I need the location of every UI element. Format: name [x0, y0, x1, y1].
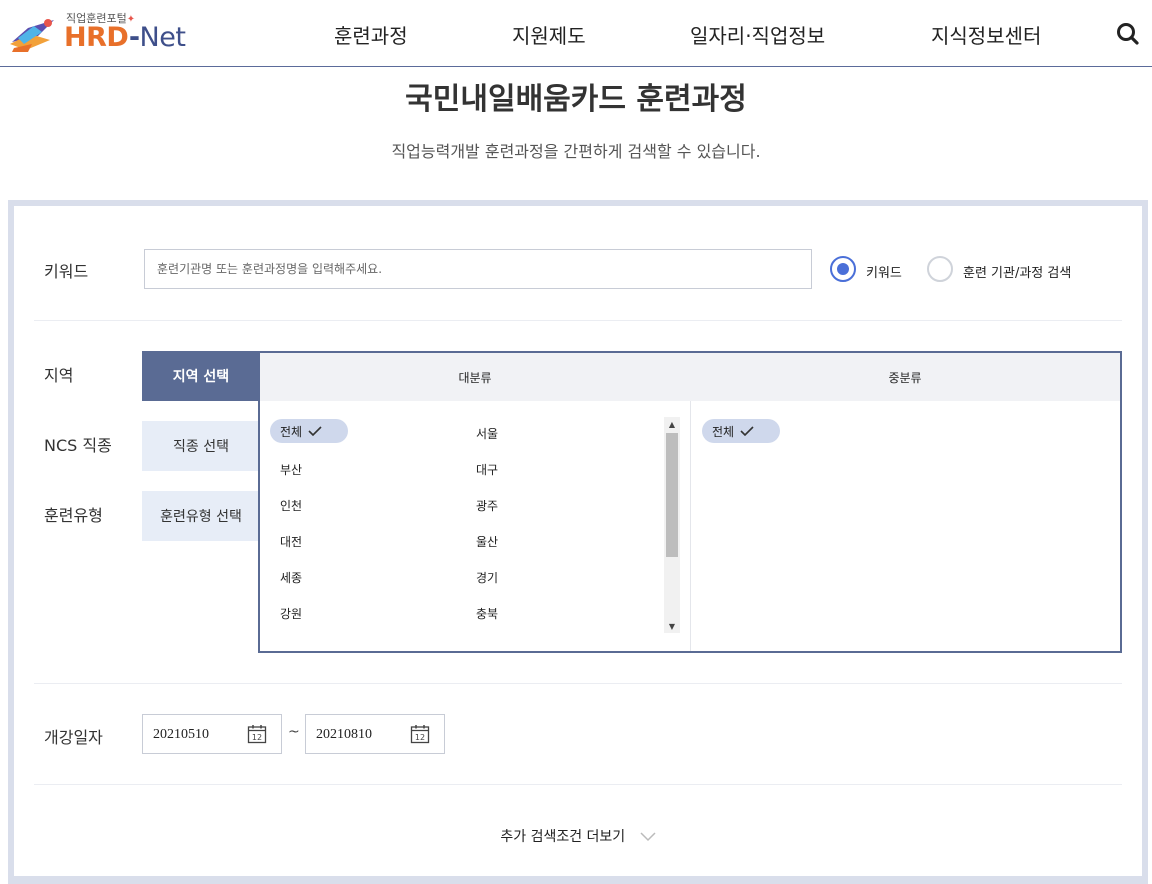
- major-chip-selected[interactable]: 전체: [270, 419, 348, 443]
- calendar-icon[interactable]: 12: [247, 724, 267, 744]
- scrollbar-thumb[interactable]: [666, 433, 678, 557]
- training-type-label: 훈련유형: [44, 506, 103, 525]
- calendar-icon[interactable]: 12: [410, 724, 430, 744]
- major-category-header: 대분류: [260, 353, 690, 401]
- divider: [34, 683, 1122, 684]
- region-item-seoul[interactable]: 서울: [476, 425, 498, 442]
- radio-institution-label[interactable]: 훈련 기관/과정 검색: [963, 262, 1071, 281]
- nav-support-system[interactable]: 지원제도: [512, 20, 586, 49]
- region-item-busan[interactable]: 부산: [280, 461, 302, 478]
- major-chip-label: 전체: [280, 424, 303, 439]
- region-item-ulsan[interactable]: 울산: [476, 533, 498, 550]
- date-range-separator: ~: [288, 724, 300, 740]
- region-item-incheon[interactable]: 인천: [280, 497, 302, 514]
- scroll-down-arrow-icon[interactable]: ▼: [664, 619, 680, 633]
- radio-keyword-label[interactable]: 키워드: [866, 262, 902, 281]
- page-title: 국민내일배움카드 훈련과정: [405, 82, 747, 117]
- keyword-label: 키워드: [44, 262, 89, 281]
- calendar-day: 12: [252, 733, 262, 742]
- hrd-net-logo[interactable]: 직업훈련포털✦ HRD-Net: [8, 8, 186, 56]
- tab-ncs-select[interactable]: 직종 선택: [142, 421, 260, 471]
- calendar-day: 12: [415, 733, 425, 742]
- date-start-field[interactable]: 20210510 12: [142, 714, 282, 754]
- date-end-field[interactable]: 20210810 12: [305, 714, 445, 754]
- nav-knowledge-center[interactable]: 지식정보센터: [931, 20, 1041, 49]
- search-panel-frame: 키워드 키워드 훈련 기관/과정 검색 지역 NCS 직종 훈련유형 지역 선택…: [8, 200, 1148, 884]
- check-icon: [308, 426, 322, 436]
- region-label: 지역: [44, 366, 74, 385]
- region-item-daegu[interactable]: 대구: [476, 461, 498, 478]
- column-divider: [690, 401, 691, 651]
- ncs-label: NCS 직종: [44, 436, 112, 455]
- nav-training-courses[interactable]: 훈련과정: [334, 20, 408, 49]
- logo-wordmark: HRD-Net: [64, 22, 186, 53]
- check-icon: [740, 426, 754, 436]
- chevron-down-icon: [640, 832, 656, 842]
- tab-training-type-select[interactable]: 훈련유형 선택: [142, 491, 260, 541]
- divider: [34, 320, 1122, 321]
- radio-institution[interactable]: [927, 256, 953, 282]
- more-search-options-label: 추가 검색조건 더보기: [500, 829, 626, 845]
- date-end-value: 20210810: [316, 727, 372, 742]
- region-item-chungbuk[interactable]: 충북: [476, 605, 498, 622]
- search-panel: 키워드 키워드 훈련 기관/과정 검색 지역 NCS 직종 훈련유형 지역 선택…: [14, 206, 1142, 876]
- search-icon[interactable]: [1114, 20, 1142, 48]
- region-item-gangwon[interactable]: 강원: [280, 605, 302, 622]
- radio-keyword[interactable]: [830, 256, 856, 282]
- site-header: 직업훈련포털✦ HRD-Net 훈련과정 지원제도 일자리·직업정보 지식정보센…: [0, 0, 1152, 67]
- more-search-options-button[interactable]: 추가 검색조건 더보기: [14, 826, 1142, 846]
- minor-chip-selected[interactable]: 전체: [702, 419, 780, 443]
- region-item-gyeonggi[interactable]: 경기: [476, 569, 498, 586]
- minor-category-header: 중분류: [690, 353, 1120, 401]
- minor-chip-label: 전체: [712, 424, 735, 439]
- date-start-value: 20210510: [153, 727, 209, 742]
- scroll-up-arrow-icon[interactable]: ▲: [664, 417, 680, 431]
- page-subtitle: 직업능력개발 훈련과정을 간편하게 검색할 수 있습니다.: [391, 142, 761, 161]
- start-date-label: 개강일자: [44, 728, 103, 747]
- divider: [34, 784, 1122, 785]
- nav-jobs-info[interactable]: 일자리·직업정보: [690, 20, 825, 49]
- region-item-gwangju[interactable]: 광주: [476, 497, 498, 514]
- major-list-scrollbar[interactable]: ▲ ▼: [664, 417, 680, 633]
- region-item-daejeon[interactable]: 대전: [280, 533, 302, 550]
- region-selector: 대분류 중분류 전체 서울 부산 대구 인천 광주 대전 울산 세종 경기 강원…: [258, 351, 1122, 653]
- logo-mark-icon: [10, 19, 54, 52]
- region-item-sejong[interactable]: 세종: [280, 569, 302, 586]
- keyword-input[interactable]: [144, 249, 812, 289]
- tab-region-select[interactable]: 지역 선택: [142, 351, 260, 401]
